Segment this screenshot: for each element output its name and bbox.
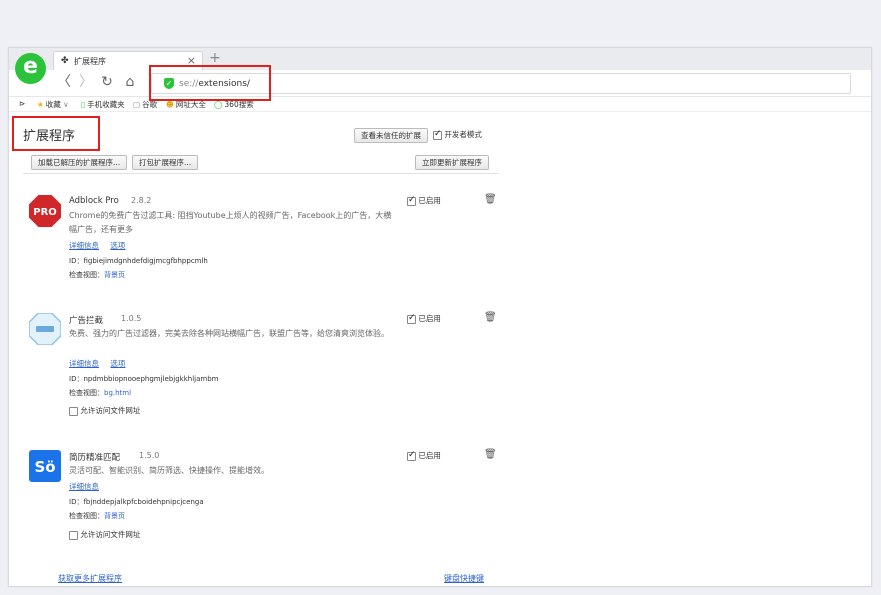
tab-title: 扩展程序 bbox=[74, 57, 106, 66]
page-icon: ▢ bbox=[133, 100, 141, 109]
back-button[interactable]: 〈 bbox=[55, 73, 73, 91]
address-bar[interactable]: ✓ se://extensions/ bbox=[151, 73, 851, 94]
developer-mode-checkbox[interactable] bbox=[433, 129, 442, 140]
svg-text:Sö: Sö bbox=[34, 458, 55, 476]
toolbar: 〈 〉 ↻ ⌂ ✓ se://extensions/ bbox=[9, 70, 871, 97]
ad-block-icon bbox=[29, 313, 61, 345]
bookmarks-bar: ⊳ ★ 收藏 ∨ ▯ 手机收藏夹 ▢ 谷歌 ☻ 网址大全 ◯ 360搜索 bbox=[9, 97, 871, 112]
extension-id: ID：npdmbbiopnooephgmjlebjgkkhljambm bbox=[69, 375, 219, 383]
options-link[interactable]: 选项 bbox=[110, 241, 125, 250]
bookmark-360-search[interactable]: ◯ 360搜索 bbox=[214, 99, 254, 110]
tab-extensions[interactable]: ✤ 扩展程序 × bbox=[53, 51, 203, 70]
allow-file-access[interactable]: 允许访问文件网址 bbox=[69, 405, 140, 416]
extension-links: 详细信息 选项 bbox=[69, 358, 134, 369]
star-icon: ★ bbox=[37, 100, 44, 109]
extension-version: 1.5.0 bbox=[139, 451, 160, 460]
extension-item: Sö 简历精准匹配 1.5.0 灵活可配、智能识别、简历筛选、快捷操作、提能增效… bbox=[29, 449, 499, 550]
puzzle-icon: ✤ bbox=[61, 56, 69, 66]
details-link[interactable]: 详细信息 bbox=[69, 482, 99, 491]
reload-button[interactable]: ↻ bbox=[98, 73, 116, 91]
enabled-checkbox[interactable] bbox=[407, 313, 416, 324]
trash-icon[interactable]: 🗑 bbox=[484, 194, 497, 205]
allow-file-access[interactable]: 允许访问文件网址 bbox=[69, 529, 140, 540]
extension-name: Adblock Pro bbox=[69, 196, 119, 206]
extension-id: ID：figbiejimdgnhdefdigjmcgfbhppcmlh bbox=[69, 257, 208, 265]
extensions-page: 扩展程序 查看未信任的扩展 开发者模式 加载已解压的扩展程序... 打包扩展程序… bbox=[9, 113, 871, 586]
enabled-toggle[interactable]: 已启用 bbox=[407, 195, 441, 206]
details-link[interactable]: 详细信息 bbox=[69, 241, 99, 250]
shield-icon: ✓ bbox=[164, 78, 174, 89]
trash-icon[interactable]: 🗑 bbox=[484, 449, 497, 460]
adblock-pro-icon: PRO bbox=[29, 195, 61, 227]
extension-links: 详细信息 选项 bbox=[69, 240, 134, 251]
background-page-link[interactable]: 背景页 bbox=[104, 512, 125, 520]
home-button[interactable]: ⌂ bbox=[121, 73, 139, 91]
extension-name: 广告拦截 bbox=[69, 316, 104, 326]
enabled-label: 已启用 bbox=[418, 314, 441, 323]
bookmark-mobile[interactable]: ▯ 手机收藏夹 bbox=[81, 99, 125, 110]
resume-match-icon: Sö bbox=[29, 450, 61, 482]
allow-file-label: 允许访问文件网址 bbox=[80, 406, 141, 415]
bg-html-link[interactable]: bg.html bbox=[104, 389, 131, 397]
bookmark-google[interactable]: ▢ 谷歌 bbox=[133, 99, 157, 110]
url-text[interactable]: se://extensions/ bbox=[179, 79, 250, 89]
search360-icon: ◯ bbox=[214, 100, 223, 109]
inspect-views: 检查视图：bg.html bbox=[69, 389, 132, 397]
enabled-toggle[interactable]: 已启用 bbox=[407, 313, 441, 324]
divider bbox=[23, 173, 499, 174]
enabled-checkbox[interactable] bbox=[407, 195, 416, 206]
update-extensions-button[interactable]: 立即更新扩展程序 bbox=[415, 155, 489, 170]
extension-description: 免费、强力的广告过滤器，完美去除各种网站横幅广告，联盟广告等，给您清爽浏览体验。 bbox=[69, 329, 389, 338]
extension-description: Chrome的免费广告过滤工具: 阻挡Youtube上烦人的视频广告，Faceb… bbox=[69, 211, 392, 234]
browser-logo[interactable]: e bbox=[15, 53, 46, 84]
keyboard-shortcuts-link[interactable]: 键盘快捷键 bbox=[444, 573, 484, 584]
options-link[interactable]: 选项 bbox=[110, 359, 125, 368]
allow-file-checkbox[interactable] bbox=[69, 530, 78, 540]
logo-letter: e bbox=[23, 54, 38, 79]
pack-extension-button[interactable]: 打包扩展程序... bbox=[132, 155, 199, 170]
extension-name: 简历精准匹配 bbox=[69, 453, 121, 463]
allow-file-checkbox[interactable] bbox=[69, 406, 78, 416]
developer-mode-label: 开发者模式 bbox=[444, 130, 482, 139]
bookmark-hao[interactable]: ☻ 网址大全 bbox=[166, 99, 206, 110]
extension-description: 灵活可配、智能识别、简历筛选、快捷操作、提能增效。 bbox=[69, 466, 269, 475]
enabled-label: 已启用 bbox=[418, 451, 441, 460]
phone-icon: ▯ bbox=[81, 100, 86, 109]
extension-links: 详细信息 bbox=[69, 481, 108, 492]
tab-bar: ✤ 扩展程序 × + bbox=[9, 48, 871, 70]
chevron-down-icon: ∨ bbox=[63, 100, 69, 109]
details-link[interactable]: 详细信息 bbox=[69, 359, 99, 368]
extension-version: 1.0.5 bbox=[121, 314, 142, 323]
extension-item: PRO Adblock Pro 2.8.2 Chrome的免费广告过滤工具: 阻… bbox=[29, 194, 499, 287]
extension-id: ID：fbjnddepjalkpfcboidehpnipcjcenga bbox=[69, 498, 204, 506]
extension-item: 广告拦截 1.0.5 免费、强力的广告过滤器，完美去除各种网站横幅广告，联盟广告… bbox=[29, 312, 499, 423]
untrusted-extensions-button[interactable]: 查看未信任的扩展 bbox=[354, 128, 428, 143]
tab-close-icon[interactable]: × bbox=[187, 54, 196, 67]
allow-file-label: 允许访问文件网址 bbox=[80, 530, 141, 539]
inspect-views: 检查视图：背景页 bbox=[69, 512, 125, 520]
smiley-icon: ☻ bbox=[166, 100, 174, 109]
browser-window: ✤ 扩展程序 × + e 〈 〉 ↻ ⌂ ✓ se://extensions/ … bbox=[8, 47, 872, 587]
inspect-views: 检查视图：背景页 bbox=[69, 271, 125, 279]
developer-mode-toggle[interactable]: 开发者模式 bbox=[433, 129, 482, 140]
forward-button[interactable]: 〉 bbox=[77, 73, 95, 91]
extension-version: 2.8.2 bbox=[131, 196, 152, 205]
enabled-label: 已启用 bbox=[418, 196, 441, 205]
enabled-toggle[interactable]: 已启用 bbox=[407, 450, 441, 461]
get-more-extensions-link[interactable]: 获取更多扩展程序 bbox=[58, 573, 122, 584]
sidebar-toggle-icon[interactable]: ⊳ bbox=[19, 99, 25, 108]
svg-text:PRO: PRO bbox=[33, 207, 57, 218]
enabled-checkbox[interactable] bbox=[407, 450, 416, 461]
trash-icon[interactable]: 🗑 bbox=[484, 312, 497, 323]
background-page-link[interactable]: 背景页 bbox=[104, 271, 125, 279]
new-tab-button[interactable]: + bbox=[209, 50, 221, 66]
bookmark-favorites[interactable]: ★ 收藏 ∨ bbox=[37, 99, 69, 110]
load-unpacked-button[interactable]: 加载已解压的扩展程序... bbox=[31, 155, 128, 170]
page-title: 扩展程序 bbox=[23, 129, 76, 144]
